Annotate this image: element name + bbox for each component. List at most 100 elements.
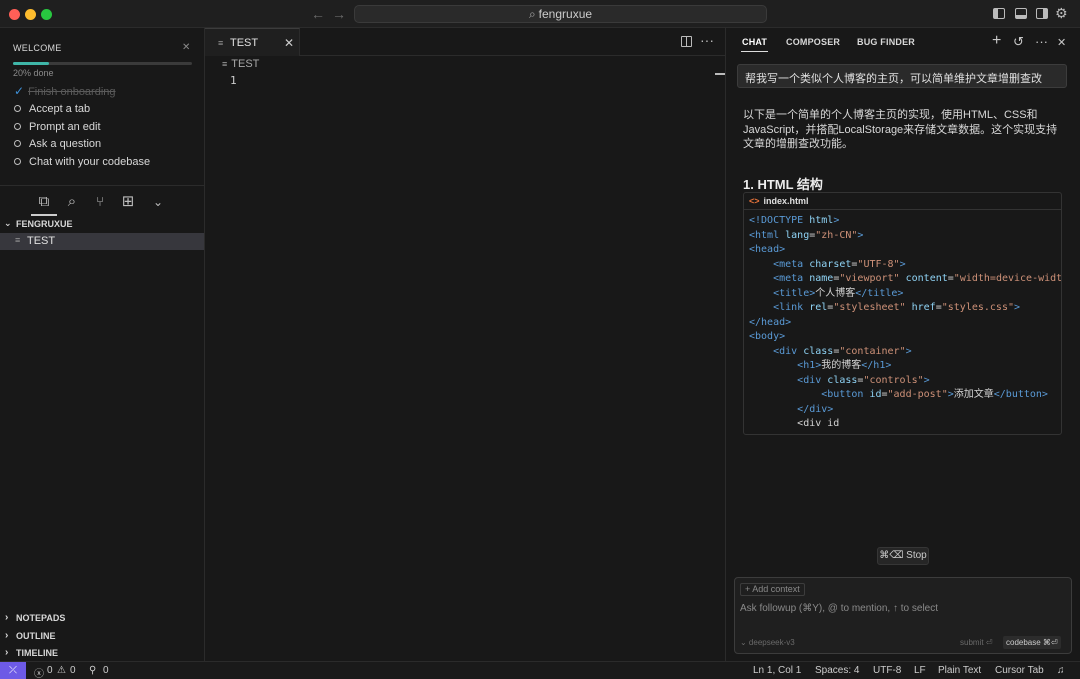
sidebar-divider (204, 28, 205, 661)
user-prompt-message[interactable]: 帮我写一个类似个人博客的主页，可以简单维护文章增删查改 (737, 64, 1067, 88)
editor-scroll-indicator (715, 73, 725, 75)
explorer-file-item[interactable]: ≡ TEST (0, 233, 204, 250)
codebase-button[interactable]: codebase ⌘⏎ (1003, 636, 1061, 649)
text-file-icon: ≡ (218, 38, 224, 48)
text-file-icon: ≡ (15, 235, 21, 245)
language-mode[interactable]: Plain Text (938, 665, 981, 676)
followup-input-placeholder[interactable]: Ask followup (⌘Y), @ to mention, ↑ to se… (740, 603, 938, 614)
search-icon: ⌕ (528, 7, 536, 21)
tab-chat[interactable]: CHAT (742, 37, 767, 47)
chat-input-box[interactable]: + Add context Ask followup (⌘Y), @ to me… (734, 577, 1072, 654)
code-line: </div> (797, 403, 834, 415)
onboarding-item-label: Finish onboarding (28, 86, 116, 98)
cursor-tab-status[interactable]: Cursor Tab (995, 665, 1044, 676)
more-actions-icon[interactable]: ··· (700, 32, 714, 48)
remote-indicator-icon[interactable]: ⤫ (0, 662, 26, 679)
active-view-indicator (31, 214, 57, 216)
active-tab-underline (741, 51, 768, 52)
editor-tab-test[interactable]: ≡ TEST ✕ (205, 28, 300, 56)
split-editor-icon[interactable] (681, 36, 692, 47)
code-block-header[interactable]: <> index.html (744, 193, 1061, 210)
welcome-close-icon[interactable]: ✕ (182, 42, 190, 53)
chevron-right-icon: › (5, 612, 9, 623)
onboarding-item-ask-question[interactable]: Ask a question (14, 138, 101, 150)
code-lines: <!DOCTYPE html> <html lang="zh-CN"> <hea… (744, 210, 1061, 432)
code-line: <div class="container"> (773, 345, 912, 357)
command-center-search[interactable]: ⌕ fengruxue (354, 5, 767, 23)
code-filename: index.html (763, 196, 809, 206)
tab-composer[interactable]: COMPOSER (786, 37, 840, 47)
onboarding-item-prompt-edit[interactable]: Prompt an edit (14, 121, 101, 133)
settings-gear-icon[interactable]: ⚙ (1055, 5, 1069, 21)
chevron-right-icon: › (5, 630, 9, 641)
warning-icon[interactable]: ⚠ (57, 665, 66, 676)
ports-count[interactable]: 0 (103, 665, 109, 676)
reply-section-heading: 1. HTML 结构 (743, 177, 823, 192)
model-selector[interactable]: ⌄ deepseek-v3 (740, 638, 795, 647)
breadcrumb[interactable]: ≡ TEST (222, 58, 259, 70)
chevron-down-icon: ⌄ (4, 218, 12, 228)
assistant-reply-text: 以下是一个简单的个人博客主页的实现，使用HTML、CSS和JavaScript，… (743, 109, 1058, 150)
encoding[interactable]: UTF-8 (873, 665, 901, 676)
maximize-window-button[interactable] (41, 9, 52, 20)
explorer-folder-header[interactable]: ⌄ FENGRUXUE (0, 218, 204, 232)
back-arrow-icon[interactable]: ← (311, 6, 325, 22)
error-icon[interactable]: ⓧ (34, 665, 44, 679)
warning-count[interactable]: 0 (70, 665, 76, 676)
submit-button[interactable]: submit ⏎ (960, 638, 993, 647)
error-count[interactable]: 0 (47, 665, 53, 676)
onboarding-item-label: Ask a question (29, 138, 102, 150)
tab-bug-finder[interactable]: BUG FINDER (857, 37, 915, 47)
onboarding-item-finish[interactable]: ✓ Finish onboarding (14, 84, 116, 98)
workspace-name: fengruxue (538, 7, 593, 21)
timeline-section[interactable]: › TIMELINE (0, 647, 204, 661)
forward-arrow-icon[interactable]: → (332, 6, 346, 22)
toggle-secondary-sidebar-icon[interactable] (1036, 8, 1048, 19)
close-window-button[interactable] (9, 9, 20, 20)
chevron-down-icon[interactable]: ⌄ (149, 193, 167, 211)
onboarding-item-accept-tab[interactable]: Accept a tab (14, 103, 90, 115)
html-code-icon: <> (749, 196, 760, 206)
welcome-title: WELCOME (13, 43, 62, 53)
close-panel-icon[interactable]: ✕ (1057, 36, 1066, 49)
close-tab-icon[interactable]: ✕ (284, 36, 294, 50)
notepads-section[interactable]: › NOTEPADS (0, 612, 204, 626)
status-bar: ⤫ ⓧ 0 ⚠ 0 ⚲ 0 Ln 1, Col 1 Spaces: 4 UTF-… (0, 661, 1080, 679)
more-options-icon[interactable]: ··· (1035, 34, 1048, 49)
search-icon[interactable]: ⌕ (63, 193, 81, 211)
section-title: OUTLINE (16, 631, 56, 641)
onboarding-progress-fill (13, 62, 49, 65)
code-line: <meta charset="UTF-8"> (773, 258, 906, 270)
toggle-primary-sidebar-icon[interactable] (993, 8, 1005, 19)
code-block: <> index.html <!DOCTYPE html> <html lang=… (743, 192, 1062, 435)
notifications-bell-icon[interactable]: ♫ (1057, 665, 1065, 676)
explorer-files-icon[interactable]: ⧉ (35, 193, 53, 211)
toggle-panel-icon[interactable] (1015, 8, 1027, 19)
circle-bullet-icon (14, 123, 21, 130)
ports-icon[interactable]: ⚲ (89, 665, 96, 676)
text-file-icon: ≡ (222, 59, 228, 69)
section-title: NOTEPADS (16, 613, 66, 623)
extensions-icon[interactable]: ⊞ (119, 193, 137, 211)
outline-section[interactable]: › OUTLINE (0, 630, 204, 644)
onboarding-item-label: Chat with your codebase (29, 156, 151, 168)
line-ending[interactable]: LF (914, 665, 926, 676)
editor-divider (725, 28, 726, 661)
onboarding-item-chat-codebase[interactable]: Chat with your codebase (14, 156, 150, 168)
code-line: <div class="controls"> (797, 374, 930, 386)
minimize-window-button[interactable] (25, 9, 36, 20)
stop-generation-button[interactable]: ⌘⌫ Stop (877, 547, 929, 565)
new-chat-plus-icon[interactable]: + (992, 32, 1001, 50)
code-line: <meta name="viewport" content="width=dev… (773, 273, 1062, 284)
history-icon[interactable]: ↺ (1013, 34, 1024, 50)
onboarding-progress-bar (13, 62, 192, 65)
check-icon: ✓ (14, 84, 25, 98)
folder-name: FENGRUXUE (16, 219, 73, 229)
editor-tab-bar: ≡ TEST ✕ ··· (205, 28, 725, 56)
add-context-button[interactable]: + Add context (740, 583, 805, 596)
circle-bullet-icon (14, 105, 21, 112)
circle-bullet-icon (14, 140, 21, 147)
indentation[interactable]: Spaces: 4 (815, 665, 859, 676)
cursor-position[interactable]: Ln 1, Col 1 (753, 665, 801, 676)
source-control-icon[interactable]: ⑂ (91, 193, 109, 211)
